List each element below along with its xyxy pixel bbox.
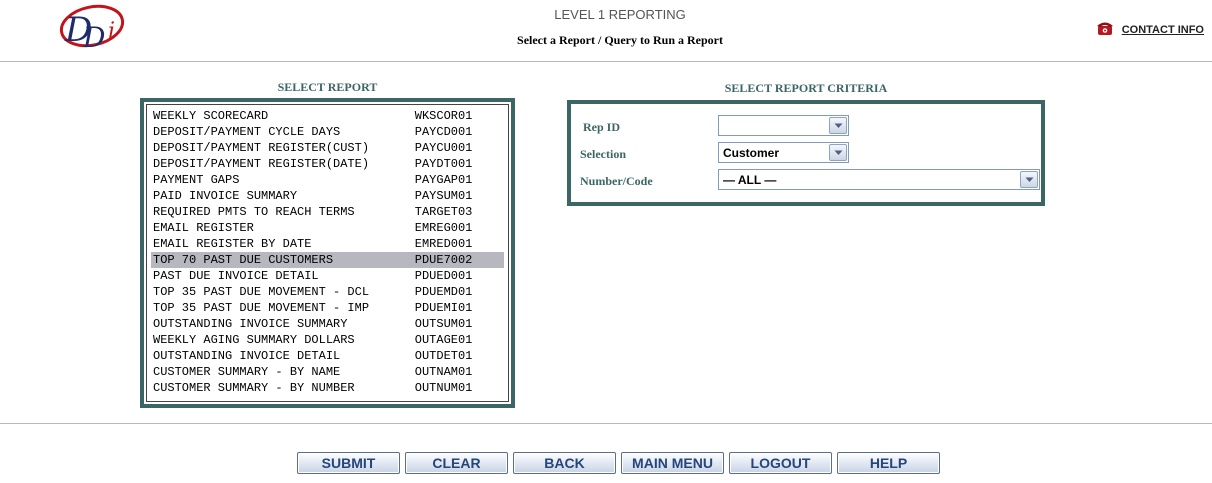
report-option[interactable]: TOP 35 PAST DUE MOVEMENT - DCL PDUEMD01 <box>151 284 504 300</box>
chevron-down-icon[interactable] <box>829 117 847 134</box>
report-option-name: WEEKLY AGING SUMMARY DOLLARS <box>153 333 355 347</box>
report-option[interactable]: TOP 35 PAST DUE MOVEMENT - IMP PDUEMI01 <box>151 300 504 316</box>
report-option[interactable]: DEPOSIT/PAYMENT REGISTER(DATE) PAYDT001 <box>151 156 504 172</box>
report-option[interactable]: EMAIL REGISTER BY DATE EMRED001 <box>151 236 504 252</box>
report-option-code: WKSCOR01 <box>414 109 473 123</box>
report-option-code: EMRED001 <box>414 237 473 251</box>
chevron-down-icon[interactable] <box>829 144 847 161</box>
report-panel: WEEKLY SCORECARD WKSCOR01 DEPOSIT/PAYMENT … <box>140 98 515 408</box>
report-option-code: OUTAGE01 <box>414 333 473 347</box>
page-subtitle: Select a Report / Query to Run a Report <box>517 33 723 47</box>
report-option[interactable]: REQUIRED PMTS TO REACH TERMS TARGET03 <box>151 204 504 220</box>
report-option-name: DEPOSIT/PAYMENT CYCLE DAYS <box>153 125 341 139</box>
contact-info[interactable]: CONTACT INFO <box>1096 20 1204 36</box>
page-header: D D i LEVEL 1 REPORTING Select a Report … <box>0 0 1212 62</box>
report-option[interactable]: PAST DUE INVOICE DETAIL PDUED001 <box>151 268 504 284</box>
page-title: LEVEL 1 REPORTING <box>554 7 686 22</box>
report-option-code: PDUEMD01 <box>414 285 473 299</box>
report-option-name: EMAIL REGISTER <box>153 221 254 235</box>
clear-button[interactable]: CLEAR <box>405 452 508 474</box>
report-option[interactable]: EMAIL REGISTER EMREG001 <box>151 220 504 236</box>
report-option-code: PDUED001 <box>414 269 473 283</box>
report-option-code: OUTNAM01 <box>414 365 473 379</box>
report-option-code: PDUEMI01 <box>414 301 473 315</box>
report-option-name: CUSTOMER SUMMARY - BY NUMBER <box>153 381 355 395</box>
report-option-name: OUTSTANDING INVOICE SUMMARY <box>153 317 348 331</box>
selection-select[interactable]: Customer <box>718 142 849 163</box>
report-option-code: PAYSUM01 <box>414 189 473 203</box>
report-option[interactable]: DEPOSIT/PAYMENT CYCLE DAYS PAYCD001 <box>151 124 504 140</box>
report-option[interactable]: DEPOSIT/PAYMENT REGISTER(CUST) PAYCU001 <box>151 140 504 156</box>
main-menu-button[interactable]: MAIN MENU <box>621 452 724 474</box>
rep-id-label: Rep ID <box>583 120 621 134</box>
selection-value: Customer <box>723 145 780 160</box>
report-option[interactable]: PAID INVOICE SUMMARY PAYSUM01 <box>151 188 504 204</box>
select-report-heading: SELECT REPORT <box>277 80 378 94</box>
report-option-code: PAYCD001 <box>414 125 473 139</box>
select-criteria-heading: SELECT REPORT CRITERIA <box>724 81 888 95</box>
report-option[interactable]: OUTSTANDING INVOICE DETAIL OUTDET01 <box>151 348 504 364</box>
report-option-code: PAYDT001 <box>414 157 473 171</box>
report-option-code: PAYCU001 <box>414 141 473 155</box>
logout-button[interactable]: LOGOUT <box>729 452 832 474</box>
report-option-name: EMAIL REGISTER BY DATE <box>153 237 312 251</box>
number-code-value: — ALL — <box>723 172 777 187</box>
help-button[interactable]: HELP <box>837 452 940 474</box>
report-option-name: TOP 70 PAST DUE CUSTOMERS <box>153 253 334 267</box>
report-option[interactable]: CUSTOMER SUMMARY - BY NUMBER OUTNUM01 <box>151 380 504 396</box>
selection-label: Selection <box>580 147 626 161</box>
report-option-name: WEEKLY SCORECARD <box>153 109 269 123</box>
report-option[interactable]: PAYMENT GAPS PAYGAP01 <box>151 172 504 188</box>
report-option[interactable]: TOP 70 PAST DUE CUSTOMERS PDUE7002 <box>151 252 504 268</box>
report-option-name: OUTSTANDING INVOICE DETAIL <box>153 349 341 363</box>
chevron-down-icon[interactable] <box>1020 171 1038 188</box>
report-option-name: REQUIRED PMTS TO REACH TERMS <box>153 205 355 219</box>
submit-button[interactable]: SUBMIT <box>297 452 400 474</box>
report-option-name: CUSTOMER SUMMARY - BY NAME <box>153 365 341 379</box>
report-option-code: TARGET03 <box>414 205 473 219</box>
rep-id-select[interactable] <box>718 115 849 136</box>
report-option-code: OUTSUM01 <box>414 317 473 331</box>
report-option-name: DEPOSIT/PAYMENT REGISTER(DATE) <box>153 157 370 171</box>
back-button[interactable]: BACK <box>513 452 616 474</box>
report-option-name: DEPOSIT/PAYMENT REGISTER(CUST) <box>153 141 370 155</box>
report-option-name: PAYMENT GAPS <box>153 173 240 187</box>
criteria-panel: Rep ID Selection Customer Number/Code — … <box>567 100 1045 206</box>
report-option[interactable]: WEEKLY AGING SUMMARY DOLLARS OUTAGE01 <box>151 332 504 348</box>
report-option[interactable]: CUSTOMER SUMMARY - BY NAME OUTNAM01 <box>151 364 504 380</box>
header-divider <box>0 61 1212 62</box>
action-buttons: SUBMIT CLEAR BACK MAIN MENU LOGOUT HELP <box>297 452 940 474</box>
report-option-code: OUTNUM01 <box>414 381 473 395</box>
phone-icon <box>1096 22 1113 35</box>
number-code-label: Number/Code <box>580 174 653 188</box>
report-option-code: OUTDET01 <box>414 349 473 363</box>
contact-info-link[interactable]: CONTACT INFO <box>1122 24 1204 36</box>
report-listbox[interactable]: WEEKLY SCORECARD WKSCOR01 DEPOSIT/PAYMENT … <box>146 104 509 402</box>
report-option-code: EMREG001 <box>414 221 473 235</box>
report-option-name: PAID INVOICE SUMMARY <box>153 189 298 203</box>
footer-divider <box>0 423 1212 424</box>
report-option[interactable]: OUTSTANDING INVOICE SUMMARY OUTSUM01 <box>151 316 504 332</box>
report-option-code: PAYGAP01 <box>414 173 473 187</box>
number-code-select[interactable]: — ALL — <box>718 169 1040 190</box>
report-option-name: TOP 35 PAST DUE MOVEMENT - IMP <box>153 301 370 315</box>
report-option[interactable]: WEEKLY SCORECARD WKSCOR01 <box>151 108 504 124</box>
report-option-name: TOP 35 PAST DUE MOVEMENT - DCL <box>153 285 370 299</box>
report-option-code: PDUE7002 <box>414 253 473 267</box>
report-option-name: PAST DUE INVOICE DETAIL <box>153 269 319 283</box>
